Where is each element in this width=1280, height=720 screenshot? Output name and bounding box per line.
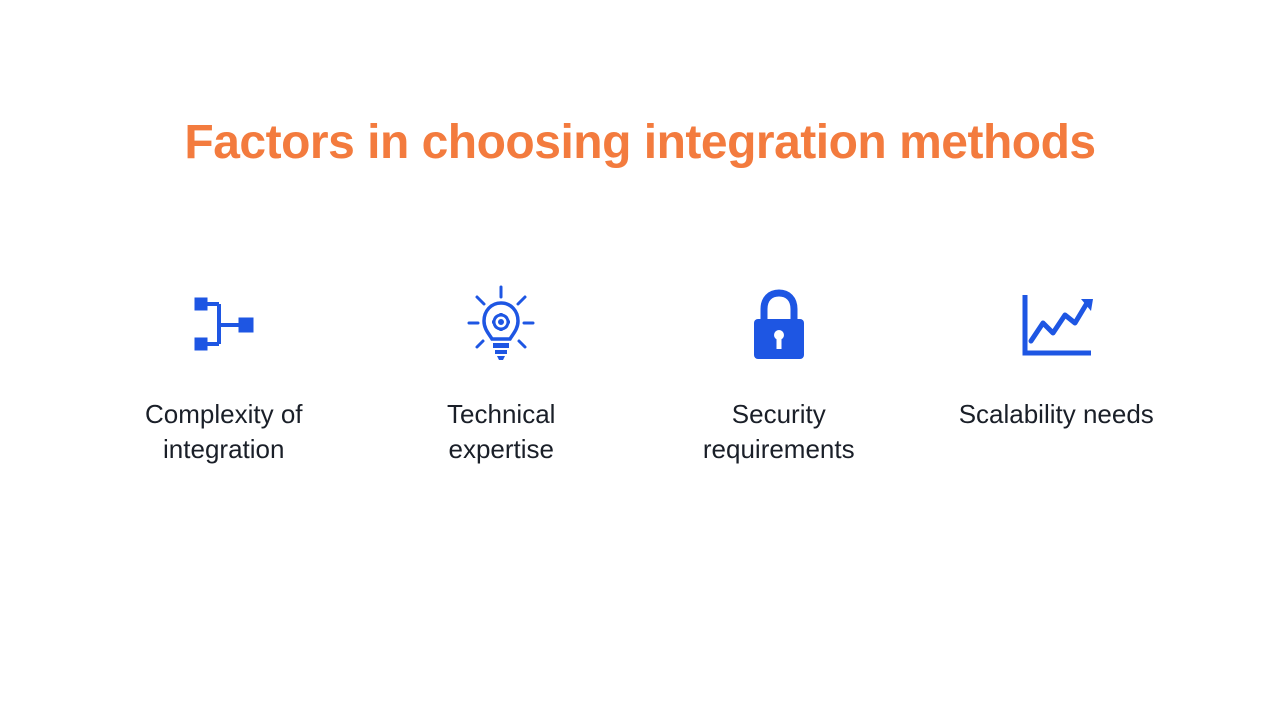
lightbulb-icon <box>461 285 541 365</box>
factor-item-scalability: Scalability needs <box>953 285 1161 467</box>
lock-icon <box>739 285 819 365</box>
slide-title: Factors in choosing integration methods <box>184 115 1095 170</box>
factor-label: Security requirements <box>675 397 883 467</box>
factor-label: Technical expertise <box>398 397 606 467</box>
chart-icon <box>1016 285 1096 365</box>
factor-label: Complexity of integration <box>120 397 328 467</box>
factor-item-complexity: Complexity of integration <box>120 285 328 467</box>
factor-item-security: Security requirements <box>675 285 883 467</box>
slide-container: Factors in choosing integration methods <box>0 0 1280 720</box>
factors-row: Complexity of integration <box>0 285 1280 467</box>
hierarchy-icon <box>184 285 264 365</box>
factor-item-expertise: Technical expertise <box>398 285 606 467</box>
factor-label: Scalability needs <box>959 397 1154 432</box>
